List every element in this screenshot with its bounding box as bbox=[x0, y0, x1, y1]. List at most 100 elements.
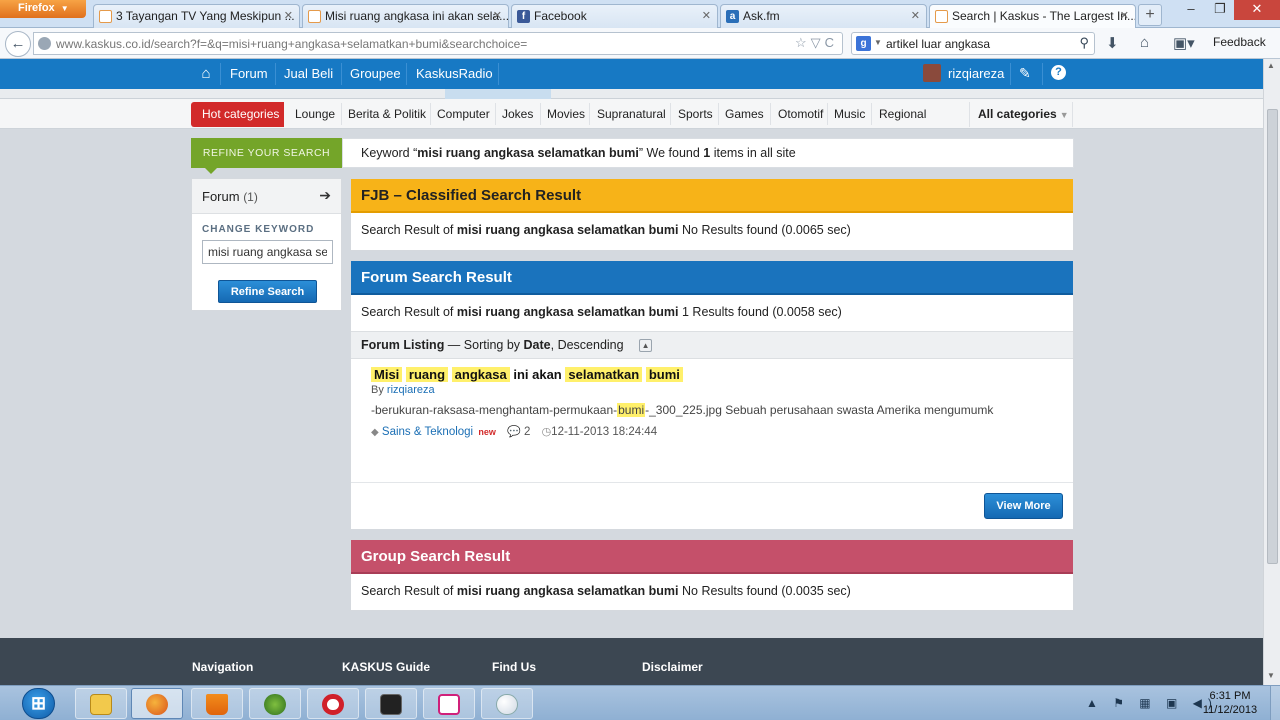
search-engine-dropdown-icon[interactable]: ▼ bbox=[874, 38, 882, 47]
post-datetime: 12-11-2013 18:24:44 bbox=[551, 426, 658, 438]
kaskus-top-bar: ⌂ Forum Jual Beli Groupee KaskusRadio ri… bbox=[0, 59, 1263, 89]
forum-filter[interactable]: Forum (1) ➔ bbox=[192, 179, 341, 214]
topnav-forum[interactable]: Forum bbox=[230, 66, 268, 81]
tab-title: Search | Kaskus - The Largest In... bbox=[952, 9, 1136, 23]
tab-close-icon[interactable]: ✕ bbox=[1120, 9, 1129, 22]
category-jokes[interactable]: Jokes bbox=[502, 107, 533, 121]
browser-search-box[interactable]: g ▼ artikel luar angkasa ⚲ bbox=[851, 32, 1095, 55]
hot-categories-button[interactable]: Hot categories bbox=[191, 102, 284, 127]
browser-tab-4[interactable]: a Ask.fm ✕ bbox=[720, 4, 927, 28]
group-panel-title: Group Search Result bbox=[351, 540, 1073, 574]
minimize-icon[interactable]: – bbox=[1176, 0, 1206, 20]
browser-tab-3[interactable]: f Facebook ✕ bbox=[511, 4, 718, 28]
taskbar-opera[interactable] bbox=[307, 688, 359, 719]
search-icon[interactable]: ⚲ bbox=[1079, 35, 1089, 51]
sorting-order[interactable]: , Descending bbox=[551, 338, 624, 352]
keyword-input[interactable] bbox=[202, 240, 333, 264]
refine-search-button[interactable]: Refine Search bbox=[218, 280, 317, 303]
firefox-menu-button[interactable]: Firefox ▼ bbox=[0, 0, 86, 18]
topnav-groupee[interactable]: Groupee bbox=[350, 66, 401, 81]
footer-heading-navigation: Navigation bbox=[192, 660, 254, 674]
tab-close-icon[interactable]: ✕ bbox=[493, 9, 502, 22]
taskbar-clock[interactable]: 6:31 PM 11/12/2013 bbox=[1195, 689, 1265, 717]
taskbar-paint[interactable] bbox=[481, 688, 533, 719]
download-arrow-icon[interactable]: ⬇ bbox=[1106, 34, 1119, 52]
start-button-icon[interactable]: ⊞ bbox=[22, 688, 55, 719]
tab-close-icon[interactable]: ✕ bbox=[284, 9, 293, 22]
back-arrow-icon[interactable]: ← bbox=[5, 31, 31, 57]
dropdown-arrow-icon: ▼ bbox=[60, 4, 69, 13]
category-separator bbox=[495, 103, 496, 125]
url-text[interactable]: www.kaskus.co.id/search?f=&q=misi+ruang+… bbox=[56, 37, 527, 51]
category-bar: Hot categories Lounge Berita & Politik C… bbox=[0, 99, 1263, 129]
taskbar-explorer[interactable] bbox=[75, 688, 127, 719]
restore-icon[interactable]: ❐ bbox=[1205, 0, 1235, 20]
opera-icon bbox=[322, 694, 344, 715]
feedback-button[interactable]: Feedback bbox=[1213, 35, 1266, 49]
url-bar[interactable]: www.kaskus.co.id/search?f=&q=misi+ruang+… bbox=[33, 32, 843, 55]
category-lounge[interactable]: Lounge bbox=[295, 107, 335, 121]
category-sports[interactable]: Sports bbox=[678, 107, 713, 121]
bookmarks-icon[interactable]: ▣▾ bbox=[1173, 34, 1195, 52]
category-separator bbox=[718, 103, 719, 125]
google-icon[interactable]: g bbox=[856, 36, 871, 51]
scroll-up-icon[interactable]: ▲ bbox=[1267, 61, 1275, 70]
show-desktop-button[interactable] bbox=[1270, 686, 1280, 720]
forum-listing-header: Forum Listing — Sorting by Date, Descend… bbox=[351, 331, 1073, 359]
all-categories-dropdown[interactable]: All categories ▼ bbox=[969, 102, 1073, 127]
view-more-button[interactable]: View More bbox=[984, 493, 1063, 519]
kaskus-favicon-icon bbox=[308, 10, 321, 23]
tab-close-icon[interactable]: ✕ bbox=[702, 9, 711, 22]
search-input[interactable]: artikel luar angkasa bbox=[886, 37, 990, 51]
paint-palette-icon bbox=[496, 694, 518, 715]
category-games[interactable]: Games bbox=[725, 107, 764, 121]
window-close-icon[interactable]: ✕ bbox=[1234, 0, 1280, 20]
tab-title: Facebook bbox=[534, 9, 587, 23]
category-music[interactable]: Music bbox=[834, 107, 865, 121]
username-link[interactable]: rizqiareza bbox=[948, 66, 1004, 81]
page-scrollbar[interactable]: ▲ ▼ bbox=[1263, 59, 1280, 685]
home-icon[interactable]: ⌂ bbox=[197, 65, 215, 83]
result-keyword: misi ruang angkasa selamatkan bumi bbox=[456, 223, 679, 237]
topnav-jual-beli[interactable]: Jual Beli bbox=[284, 66, 333, 81]
scrollbar-thumb[interactable] bbox=[1267, 109, 1278, 564]
category-supranatural[interactable]: Supranatural bbox=[597, 107, 666, 121]
category-movies[interactable]: Movies bbox=[547, 107, 585, 121]
author-link[interactable]: rizqiareza bbox=[387, 384, 435, 396]
divider bbox=[351, 482, 1073, 483]
browser-tab-2[interactable]: Misi ruang angkasa ini akan sela... ✕ bbox=[302, 4, 509, 28]
taskbar-app[interactable] bbox=[249, 688, 301, 719]
highlighted-term: selamatkan bbox=[565, 367, 643, 382]
collapse-toggle-icon[interactable]: ▲ bbox=[639, 339, 653, 352]
chevron-down-icon: ▼ bbox=[1059, 110, 1069, 120]
new-tab-button[interactable]: + bbox=[1138, 4, 1162, 26]
category-berita-politik[interactable]: Berita & Politik bbox=[348, 107, 426, 121]
taskbar-smartfren[interactable] bbox=[423, 688, 475, 719]
facebook-favicon-icon: f bbox=[517, 10, 530, 23]
snippet-text: -berukuran-raksasa-menghantam-permukaan- bbox=[371, 403, 618, 417]
topnav-kaskusradio[interactable]: KaskusRadio bbox=[416, 66, 493, 81]
category-otomotif[interactable]: Otomotif bbox=[778, 107, 823, 121]
browser-tab-5[interactable]: Search | Kaskus - The Largest In... ✕ bbox=[929, 4, 1136, 28]
browser-tab-1[interactable]: 3 Tayangan TV Yang Meskipun ... ✕ bbox=[93, 4, 300, 28]
taskbar-media[interactable] bbox=[365, 688, 417, 719]
nav-separator bbox=[341, 63, 342, 85]
category-computer[interactable]: Computer bbox=[437, 107, 490, 121]
avatar[interactable] bbox=[923, 64, 941, 82]
home-icon[interactable]: ⌂ bbox=[1140, 34, 1149, 51]
taskbar-firefox[interactable] bbox=[131, 688, 183, 719]
bookmark-star-icon[interactable]: ☆▽C bbox=[795, 35, 838, 51]
taskbar-vlc[interactable] bbox=[191, 688, 243, 719]
help-icon[interactable]: ? bbox=[1051, 65, 1066, 80]
nav-separator bbox=[1042, 63, 1043, 85]
category-regional[interactable]: Regional bbox=[879, 107, 926, 121]
pencil-icon[interactable]: ✎ bbox=[1019, 65, 1031, 82]
tab-title: 3 Tayangan TV Yang Meskipun ... bbox=[116, 9, 295, 23]
sorting-field[interactable]: Date bbox=[524, 338, 551, 352]
category-link[interactable]: Sains & Teknologi bbox=[382, 426, 473, 438]
windows-taskbar: ⊞ ▲ ⚑ ▦ ▣ ◀) 6:31 PM 11/12/2013 bbox=[0, 685, 1280, 720]
result-suffix: 1 Results found (0.0058 sec) bbox=[678, 305, 842, 319]
tab-close-icon[interactable]: ✕ bbox=[911, 9, 920, 22]
scroll-down-icon[interactable]: ▼ bbox=[1267, 671, 1275, 680]
result-title-link[interactable]: Misi ruang angkasa ini akan selamatkan b… bbox=[371, 367, 1061, 382]
